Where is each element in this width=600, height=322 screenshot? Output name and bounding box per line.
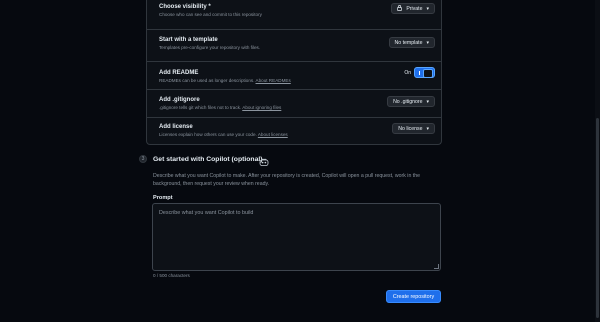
about-licenses-link[interactable]: About licenses (258, 132, 288, 137)
gitignore-dropdown[interactable]: No .gitignore ▾ (387, 96, 435, 107)
license-title: Add license (159, 124, 193, 130)
template-description: Templates pre-configure your repository … (159, 45, 261, 50)
prompt-label: Prompt (153, 195, 173, 201)
visibility-dropdown[interactable]: Private ▾ (391, 3, 435, 14)
step-number-badge: 3 (139, 155, 147, 163)
about-ignoring-files-link[interactable]: About ignoring files (242, 105, 281, 110)
readme-title: Add README (159, 70, 199, 76)
visibility-title: Choose visibility * (159, 4, 211, 10)
gitignore-row: Add .gitignore .gitignore tells git whic… (147, 89, 441, 118)
copilot-description: Describe what you want Copilot to make. … (153, 173, 420, 187)
license-value: No license (398, 125, 423, 132)
license-dropdown[interactable]: No license ▾ (392, 123, 435, 134)
visibility-value: Private (406, 5, 423, 12)
gitignore-value: No .gitignore (393, 98, 423, 105)
about-readmes-link[interactable]: About READMEs (256, 78, 291, 83)
readme-description: READMEs can be used as longer descriptio… (159, 78, 291, 83)
scrollbar[interactable] (595, 0, 600, 322)
chevron-down-icon: ▾ (426, 125, 429, 132)
create-repository-button[interactable]: Create repository (386, 290, 441, 303)
readme-toggle-wrap: On (404, 67, 435, 78)
template-value: No template (394, 39, 423, 46)
readme-toggle[interactable] (414, 67, 435, 78)
toggle-knob (423, 69, 433, 78)
chevron-down-icon: ▾ (426, 5, 429, 12)
copilot-section-title: Get started with Copilot (optional) (153, 156, 263, 163)
visibility-description: Choose who can see and commit to this re… (159, 12, 262, 17)
readme-row: Add README READMEs can be used as longer… (147, 61, 441, 90)
prompt-textarea[interactable]: Describe what you want Copilot to build (152, 203, 441, 271)
gitignore-description: .gitignore tells git which files not to … (159, 105, 282, 110)
resize-handle-icon[interactable] (434, 264, 439, 269)
chevron-down-icon: ▾ (426, 98, 429, 105)
copilot-icon (259, 154, 269, 166)
visibility-row: Choose visibility * Choose who can see a… (147, 0, 441, 29)
template-dropdown[interactable]: No template ▾ (388, 37, 435, 48)
template-row: Start with a template Templates pre-conf… (147, 29, 441, 59)
toggle-on-indicator (419, 70, 420, 75)
gitignore-title: Add .gitignore (159, 97, 200, 103)
license-description: Licenses explain how others can use your… (159, 132, 288, 137)
lock-icon (397, 4, 403, 13)
character-count: 0 / 500 characters (153, 273, 190, 278)
repository-settings-panel: Choose visibility * Choose who can see a… (146, 0, 442, 145)
license-row: Add license Licenses explain how others … (147, 117, 441, 145)
prompt-placeholder: Describe what you want Copilot to build (159, 210, 254, 216)
chevron-down-icon: ▾ (426, 39, 429, 46)
readme-toggle-label: On (404, 69, 411, 76)
create-repository-page: Choose visibility * Choose who can see a… (0, 0, 600, 322)
template-title: Start with a template (159, 37, 218, 43)
scrollbar-thumb[interactable] (596, 118, 599, 318)
